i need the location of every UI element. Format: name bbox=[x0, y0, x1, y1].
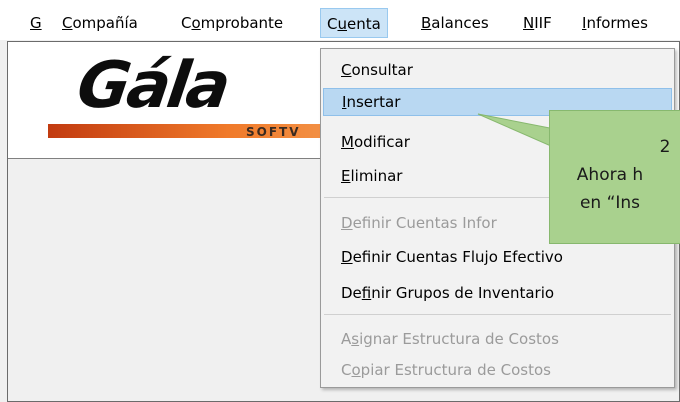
menu-compania-label-post: ompañía bbox=[72, 14, 138, 32]
consultar-label-key: C bbox=[341, 61, 352, 79]
callout-line-2: Ahora h bbox=[576, 165, 644, 185]
menu-balances-label-post: alances bbox=[431, 14, 489, 32]
menu-bar: G Compañía Comprobante Cuenta Balances N… bbox=[0, 0, 680, 40]
menu-comprobante-label-key: o bbox=[191, 14, 201, 32]
definir-grupos-inventario-label-post: inir Grupos de Inventario bbox=[371, 284, 555, 302]
modificar-label-key: M bbox=[341, 133, 354, 151]
menu-informes[interactable]: Informes bbox=[582, 8, 648, 38]
definir-grupos-inventario-label-pre: De bbox=[341, 284, 362, 302]
callout-line-3: en “Ins bbox=[579, 193, 641, 213]
galac-logo: Gála bbox=[72, 49, 233, 123]
copiar-estructura-label-post: piar Estructura de Costos bbox=[360, 361, 551, 379]
menu-separator bbox=[324, 314, 671, 315]
modificar-label-post: odificar bbox=[353, 133, 410, 151]
menu-compania-label-key: C bbox=[62, 14, 73, 32]
menu-item-definir-grupos-inventario[interactable]: Definir Grupos de Inventario bbox=[323, 279, 672, 307]
consultar-label-post: onsultar bbox=[351, 61, 413, 79]
asignar-estructura-label-pre: A bbox=[341, 330, 352, 348]
menu-balances-label-key: B bbox=[421, 14, 432, 32]
eliminar-label-post: liminar bbox=[350, 167, 403, 185]
menu-compania[interactable]: Compañía bbox=[62, 8, 138, 38]
menu-comprobante-label-pre: C bbox=[181, 14, 192, 32]
definir-grupos-inventario-label-key: f bbox=[361, 284, 372, 302]
copiar-estructura-label-key: o bbox=[351, 361, 361, 379]
menu-cuenta[interactable]: Cuenta bbox=[320, 8, 388, 38]
asignar-estructura-label-key: s bbox=[351, 330, 360, 348]
definir-cuentas-informes-label-post: efinir Cuentas Infor bbox=[352, 214, 497, 232]
asignar-estructura-label-post: ignar Estructura de Costos bbox=[359, 330, 559, 348]
copiar-estructura-label-pre: C bbox=[341, 361, 352, 379]
menu-item-asignar-estructura: Asignar Estructura de Costos bbox=[323, 325, 672, 353]
menu-informes-label-post: nformes bbox=[586, 14, 648, 32]
menu-niif-label-key: N bbox=[523, 14, 535, 32]
definir-cuentas-flujo-label-post: efinir Cuentas Flujo Efectivo bbox=[352, 248, 563, 266]
menu-comprobante[interactable]: Comprobante bbox=[181, 8, 283, 38]
insertar-label-post: nsertar bbox=[346, 93, 401, 111]
tutorial-callout: 2 Ahora h en “Ins bbox=[549, 110, 680, 244]
menu-comprobante-label-post: mprobante bbox=[200, 14, 284, 32]
menu-balances[interactable]: Balances bbox=[421, 8, 489, 38]
menu-item-consultar[interactable]: Consultar bbox=[323, 56, 672, 84]
menu-cuenta-label-pre: C bbox=[327, 15, 338, 33]
menu-niif[interactable]: NIIF bbox=[523, 8, 552, 38]
definir-cuentas-informes-label-key: D bbox=[341, 214, 353, 232]
menu-g[interactable]: G bbox=[30, 8, 42, 38]
definir-cuentas-flujo-label-key: D bbox=[341, 248, 353, 266]
menu-g-label-key: G bbox=[30, 14, 42, 32]
logo-software-text: SOFTV bbox=[246, 125, 301, 139]
menu-cuenta-label-key: u bbox=[337, 15, 347, 33]
menu-niif-label-post: IIF bbox=[534, 14, 552, 32]
menu-cuenta-label-post: enta bbox=[347, 15, 381, 33]
callout-step-number: 2 bbox=[659, 137, 671, 157]
menu-item-definir-cuentas-flujo[interactable]: Definir Cuentas Flujo Efectivo bbox=[323, 243, 672, 271]
menu-item-copiar-estructura: Copiar Estructura de Costos bbox=[323, 356, 672, 384]
